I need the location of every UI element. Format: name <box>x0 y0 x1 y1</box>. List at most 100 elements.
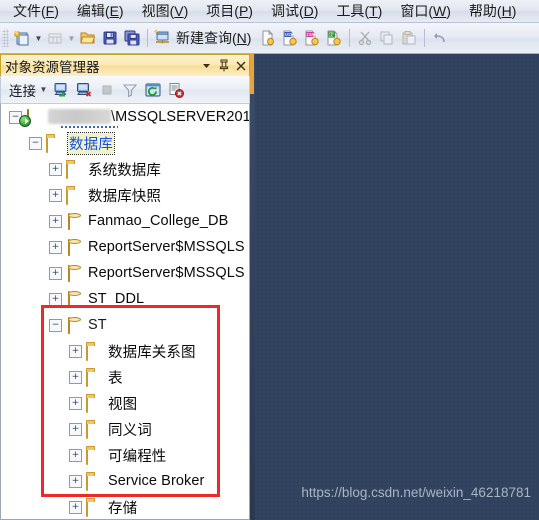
main-toolbar: ▼ ▼ 新建查询(N) MDX DMX XM LA <box>0 23 539 54</box>
expander-expand-icon[interactable]: + <box>69 500 82 514</box>
tree-node-label: 数据库快照 <box>88 188 161 205</box>
tree-node-label: 同义词 <box>108 422 152 439</box>
tree-node-tables[interactable]: + 表 <box>1 364 249 390</box>
server-name-suffix: \MSSQLSERVER2014 <box>111 109 250 125</box>
menu-item-view[interactable]: 视图(V) <box>133 0 198 23</box>
expander-collapse-icon[interactable]: − <box>49 318 62 332</box>
tree-node-st-ddl[interactable]: + ST_DDL <box>1 286 249 312</box>
connect-dropdown-button[interactable]: 连接 <box>1 80 38 100</box>
tree-node-programmability[interactable]: + 可编程性 <box>1 442 249 468</box>
open-file-icon[interactable] <box>77 27 99 49</box>
expander-expand-icon[interactable]: + <box>69 396 82 410</box>
pin-icon[interactable] <box>215 57 232 75</box>
tree-node-label: Service Broker <box>108 473 205 489</box>
new-xmla-query-icon[interactable]: XM LA <box>323 27 345 49</box>
expander-expand-icon[interactable]: + <box>69 448 82 462</box>
expander-expand-icon[interactable]: + <box>49 162 62 176</box>
menu-item-window[interactable]: 窗口(W) <box>391 0 460 23</box>
save-all-icon[interactable] <box>121 27 143 49</box>
menu-item-debug-mnemonic: D <box>303 3 314 19</box>
tree-node-reportserver-2[interactable]: + ReportServer$MSSQLS <box>1 260 249 286</box>
menu-item-window-mnemonic: W <box>433 3 447 19</box>
tree-node-server-label: \MSSQLSERVER2014 <box>48 109 250 125</box>
folder-icon <box>86 447 103 465</box>
new-database-engine-query-icon[interactable] <box>257 27 279 49</box>
menu-item-file-mnemonic: F <box>45 3 55 19</box>
chevron-down-icon[interactable] <box>198 57 215 75</box>
new-mdx-query-icon[interactable]: MDX <box>279 27 301 49</box>
svg-text:DMX: DMX <box>307 32 317 37</box>
menu-item-help-label: 帮助 <box>468 3 497 19</box>
expander-expand-icon[interactable]: + <box>69 474 82 488</box>
expander-expand-icon[interactable]: + <box>49 266 62 280</box>
folder-icon <box>86 421 103 439</box>
tree-node-server[interactable]: − \MSSQLSERVER2014 <box>1 104 249 130</box>
tree-node-storage[interactable]: + 存储 <box>1 494 249 519</box>
database-icon <box>66 212 83 230</box>
expander-expand-icon[interactable]: + <box>69 344 82 358</box>
object-explorer-tree[interactable]: − \MSSQLSERVER2014 − 数据库 + 系统数据库 + 数据库快照… <box>0 103 250 520</box>
tree-node-reportserver-1[interactable]: + ReportServer$MSSQLS <box>1 234 249 260</box>
server-icon <box>25 108 43 126</box>
tree-node-databases-label: 数据库 <box>67 131 115 155</box>
filter-icon[interactable] <box>118 78 141 101</box>
menu-item-tools[interactable]: 工具(T) <box>327 0 391 23</box>
script-error-icon[interactable] <box>164 78 187 101</box>
tree-node-system-databases[interactable]: + 系统数据库 <box>1 156 249 182</box>
tree-node-label: 数据库关系图 <box>108 344 196 361</box>
folder-icon <box>66 161 83 179</box>
folder-icon <box>86 369 103 387</box>
expander-expand-icon[interactable]: + <box>69 370 82 384</box>
svg-text:MDX: MDX <box>285 32 295 37</box>
menu-item-tools-mnemonic: T <box>369 3 378 19</box>
database-icon <box>66 264 83 282</box>
tree-node-label: ST_DDL <box>88 291 145 307</box>
tree-node-st[interactable]: − ST <box>1 312 249 338</box>
menu-item-edit[interactable]: 编辑(E) <box>68 0 133 23</box>
expander-expand-icon[interactable]: + <box>49 292 62 306</box>
tree-node-label: 表 <box>108 370 123 387</box>
toolbar-grip[interactable] <box>2 29 9 47</box>
expander-expand-icon[interactable]: + <box>49 188 62 202</box>
expander-expand-icon[interactable]: + <box>69 422 82 436</box>
menu-item-debug[interactable]: 调试(D) <box>262 0 327 23</box>
menu-bar: 文件(F) 编辑(E) 视图(V) 项目(P) 调试(D) 工具(T) 窗口(W… <box>0 0 539 23</box>
new-query-button[interactable]: 新建查询(N) <box>174 28 257 48</box>
expander-expand-icon[interactable]: + <box>49 214 62 228</box>
expander-collapse-icon[interactable]: − <box>29 136 42 150</box>
tree-node-databases[interactable]: − 数据库 <box>1 130 249 156</box>
refresh-icon[interactable] <box>141 78 164 101</box>
tree-node-service-broker[interactable]: + Service Broker <box>1 468 249 494</box>
menu-item-view-label: 视图 <box>141 3 170 19</box>
tree-node-views[interactable]: + 视图 <box>1 390 249 416</box>
tree-node-fanmao-college-db[interactable]: + Fanmao_College_DB <box>1 208 249 234</box>
expander-expand-icon[interactable]: + <box>49 240 62 254</box>
document-area: https://blog.csdn.net/weixin_46218781 <box>250 54 539 520</box>
tree-node-database-diagrams[interactable]: + 数据库关系图 <box>1 338 249 364</box>
server-name-underline <box>61 126 118 128</box>
connect-icon[interactable] <box>49 78 72 101</box>
new-query-icon[interactable] <box>152 27 174 49</box>
menu-item-project-label: 项目 <box>206 3 235 19</box>
new-table-icon[interactable] <box>44 27 66 49</box>
close-icon[interactable] <box>232 57 249 75</box>
toolbar-separator-3 <box>424 29 426 47</box>
new-project-dropdown-icon[interactable]: ▼ <box>33 27 44 49</box>
tree-node-synonyms[interactable]: + 同义词 <box>1 416 249 442</box>
tree-node-label: 可编程性 <box>108 448 167 465</box>
menu-item-edit-mnemonic: E <box>109 3 119 19</box>
menu-item-project[interactable]: 项目(P) <box>197 0 262 23</box>
new-project-icon[interactable] <box>11 27 33 49</box>
undo-icon[interactable] <box>429 27 451 49</box>
save-icon[interactable] <box>99 27 121 49</box>
new-query-label: 新建查询 <box>176 30 232 46</box>
object-explorer-toolbar: 连接 ▼ <box>0 76 250 103</box>
menu-item-file-label: 文件 <box>13 3 41 19</box>
new-query-mnemonic: N <box>236 30 247 46</box>
disconnect-icon[interactable] <box>72 78 95 101</box>
menu-item-help[interactable]: 帮助(H) <box>460 0 525 23</box>
menu-item-file[interactable]: 文件(F) <box>4 0 68 23</box>
tree-node-database-snapshots[interactable]: + 数据库快照 <box>1 182 249 208</box>
new-dmx-query-icon[interactable]: DMX <box>301 27 323 49</box>
connect-dropdown-icon[interactable]: ▼ <box>38 79 49 101</box>
